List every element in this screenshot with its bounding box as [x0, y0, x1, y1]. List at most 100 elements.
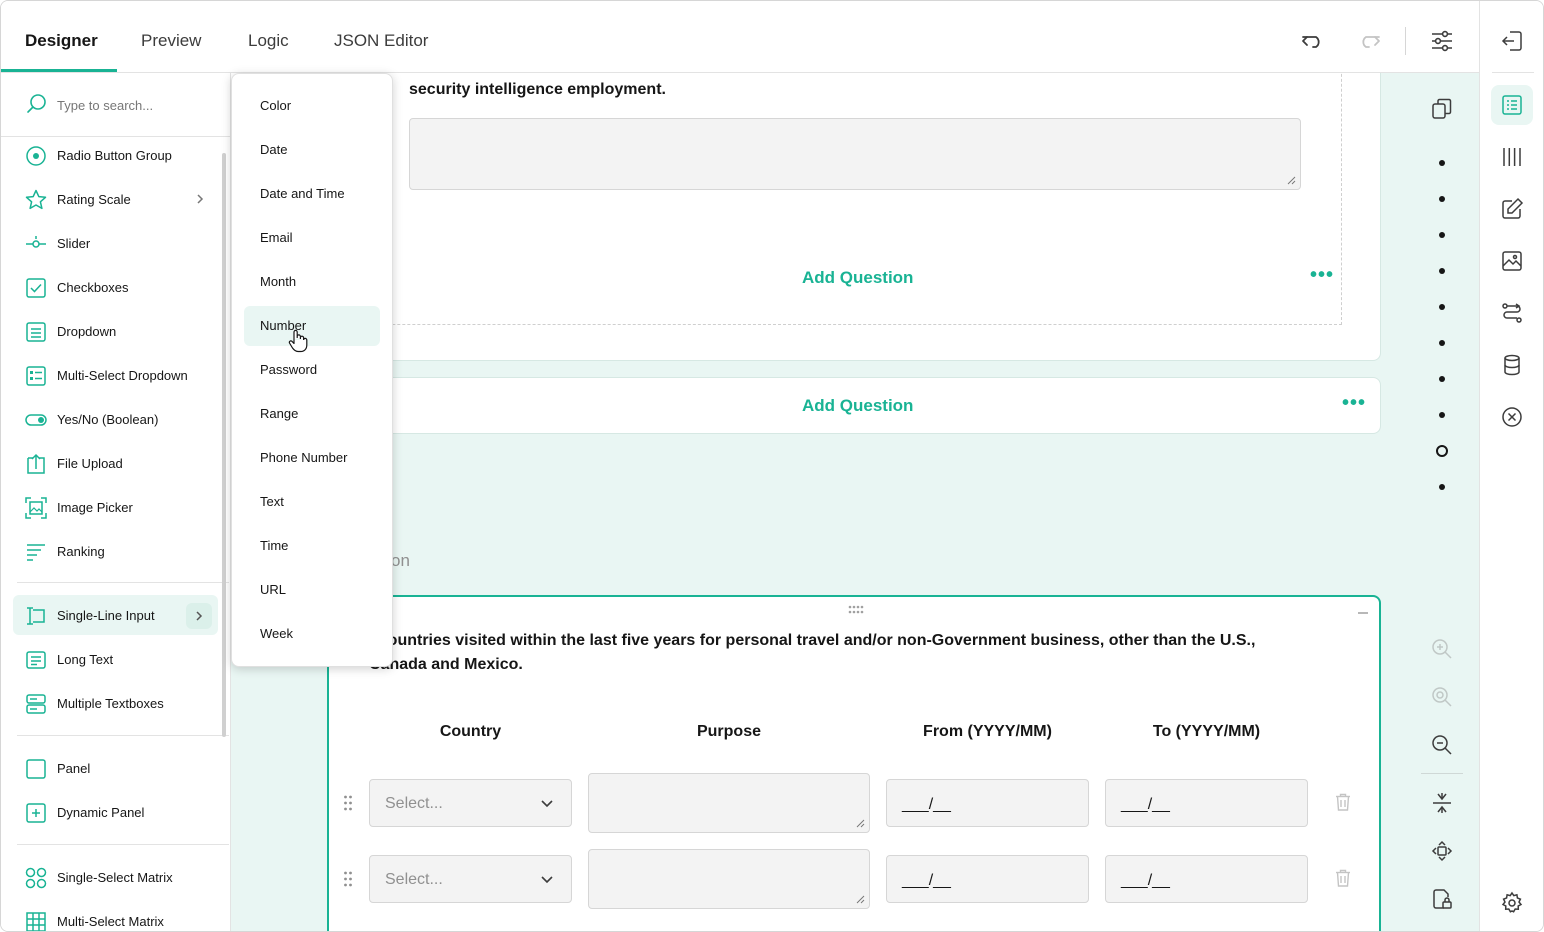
page-nav-dot[interactable] — [1439, 196, 1445, 202]
sliders-icon[interactable] — [1428, 27, 1456, 55]
menu-item-url[interactable]: URL — [244, 570, 380, 610]
properties-icon — [1502, 95, 1522, 115]
page-nav-dot[interactable] — [1439, 268, 1445, 274]
gear-icon[interactable] — [1500, 891, 1524, 915]
toolbox-item-label: Multiple Textboxes — [57, 696, 164, 711]
from-date-input[interactable]: ___/__ — [886, 779, 1089, 827]
trash-icon[interactable] — [1335, 869, 1351, 887]
zoom-in-icon[interactable] — [1430, 637, 1454, 661]
database-icon[interactable] — [1500, 353, 1524, 377]
tab-designer[interactable]: Designer — [25, 1, 98, 73]
toolbox-item-checkboxes[interactable]: Checkboxes — [13, 267, 218, 307]
sign-out-icon[interactable] — [1500, 29, 1524, 53]
undo-icon[interactable] — [1299, 27, 1327, 55]
matrix-question-card[interactable]: t countries visited within the last five… — [327, 595, 1381, 931]
country-select[interactable]: Select... — [369, 779, 572, 827]
toolbox-item-file-upload[interactable]: File Upload — [13, 443, 218, 483]
tab-logic[interactable]: Logic — [248, 1, 289, 73]
page-nav-dot[interactable] — [1439, 484, 1445, 490]
page-nav-dot[interactable] — [1439, 340, 1445, 346]
tab-json-editor[interactable]: JSON Editor — [334, 1, 428, 73]
theme-icon[interactable] — [1500, 249, 1524, 273]
toolbox-item-label: Radio Button Group — [57, 148, 172, 163]
collapse-all-icon[interactable] — [1430, 791, 1454, 815]
toolbox-item-boolean[interactable]: Yes/No (Boolean) — [13, 399, 218, 439]
toolbox-item-multiple-textboxes[interactable]: Multiple Textboxes — [13, 683, 218, 723]
row-drag-handle-icon[interactable] — [343, 871, 353, 887]
sidebar-item-properties[interactable] — [1491, 85, 1533, 125]
trash-icon[interactable] — [1335, 793, 1351, 811]
toolbox-item-panel[interactable]: Panel — [13, 748, 218, 788]
toolbox-search — [1, 73, 230, 137]
menu-item-color[interactable]: Color — [244, 86, 380, 126]
toolbox-item-multi-select-matrix[interactable]: Multi-Select Matrix — [13, 901, 218, 931]
expand-all-icon[interactable] — [1430, 839, 1454, 863]
toolbox-item-long-text[interactable]: Long Text — [13, 639, 218, 679]
menu-item-password[interactable]: Password — [244, 350, 380, 390]
toolbox-item-image-picker[interactable]: Image Picker — [13, 487, 218, 527]
toolbox-item-ranking[interactable]: Ranking — [13, 531, 218, 571]
page-nav-dot[interactable] — [1439, 412, 1445, 418]
checkbox-icon — [26, 278, 46, 298]
toolbox-item-label: Dynamic Panel — [57, 805, 145, 820]
comment-textarea[interactable] — [409, 118, 1301, 190]
redo-icon[interactable] — [1355, 27, 1383, 55]
to-date-input[interactable]: ___/__ — [1105, 855, 1308, 903]
menu-item-number[interactable]: Number — [244, 306, 380, 353]
close-circle-icon[interactable] — [1500, 405, 1524, 429]
edit-icon[interactable] — [1500, 197, 1524, 221]
image-picker-icon — [25, 497, 47, 519]
page-nav-current[interactable] — [1436, 445, 1448, 457]
page-nav-dot[interactable] — [1439, 160, 1445, 166]
menu-item-date-and-time[interactable]: Date and Time — [244, 174, 380, 214]
menu-item-phone-number[interactable]: Phone Number — [244, 438, 380, 478]
menu-item-label: Password — [260, 362, 318, 377]
question-title: security intelligence employment. — [409, 81, 666, 98]
question-title-line: t countries visited within the last five… — [369, 632, 1256, 649]
copy-pages-icon[interactable] — [1430, 97, 1454, 121]
add-question-button[interactable]: Add Question — [802, 396, 913, 416]
toolbox-item-radio-button-group[interactable]: Radio Button Group — [13, 135, 218, 175]
page-description-placeholder[interactable]: on — [391, 551, 410, 571]
toolbox-item-multi-select-dropdown[interactable]: Multi-Select Dropdown — [13, 355, 218, 395]
country-select[interactable]: Select... — [369, 855, 572, 903]
menu-item-date[interactable]: Date — [244, 130, 380, 170]
column-header: To (YYYY/MM) — [1152, 723, 1261, 740]
add-question-button[interactable]: Add Question — [802, 268, 913, 288]
toolbox-item-dropdown[interactable]: Dropdown — [13, 311, 218, 351]
menu-item-month[interactable]: Month — [244, 262, 380, 302]
menu-item-text[interactable]: Text — [244, 482, 380, 522]
toolbox-search-input[interactable] — [57, 93, 217, 117]
zoom-out-icon[interactable] — [1430, 733, 1454, 757]
columns-icon[interactable] — [1500, 145, 1524, 169]
radio-icon — [26, 146, 46, 166]
from-date-input[interactable]: ___/__ — [886, 855, 1089, 903]
lock-question-icon[interactable] — [1430, 887, 1454, 911]
toolbox-item-single-select-matrix[interactable]: Single-Select Matrix — [13, 857, 218, 897]
menu-item-time[interactable]: Time — [244, 526, 380, 566]
page-nav-dot[interactable] — [1439, 232, 1445, 238]
logic-flow-icon[interactable] — [1500, 301, 1524, 325]
toolbox-scrollbar[interactable] — [222, 153, 226, 737]
collapse-icon[interactable] — [1357, 611, 1369, 615]
submenu-button[interactable] — [186, 603, 212, 629]
page-nav-dot[interactable] — [1439, 376, 1445, 382]
page-nav-dot[interactable] — [1439, 304, 1445, 310]
toolbox-item-slider[interactable]: Slider — [13, 223, 218, 263]
menu-item-email[interactable]: Email — [244, 218, 380, 258]
more-options-icon[interactable]: ••• — [1310, 264, 1334, 287]
row-drag-handle-icon[interactable] — [343, 795, 353, 811]
menu-item-range[interactable]: Range — [244, 394, 380, 434]
zoom-to-fit-icon[interactable] — [1430, 685, 1454, 709]
menu-item-week[interactable]: Week — [244, 614, 380, 654]
purpose-textarea[interactable] — [588, 773, 870, 833]
toolbox-item-single-line-input[interactable]: Single-Line Input — [13, 595, 218, 635]
toolbox-item-label: Yes/No (Boolean) — [57, 412, 159, 427]
purpose-textarea[interactable] — [588, 849, 870, 909]
toolbox-item-dynamic-panel[interactable]: Dynamic Panel — [13, 792, 218, 832]
to-date-input[interactable]: ___/__ — [1105, 779, 1308, 827]
drag-handle-icon[interactable] — [848, 605, 864, 615]
more-options-icon[interactable]: ••• — [1342, 392, 1366, 415]
toolbox-item-rating-scale[interactable]: Rating Scale — [13, 179, 218, 219]
tab-preview[interactable]: Preview — [141, 1, 201, 73]
